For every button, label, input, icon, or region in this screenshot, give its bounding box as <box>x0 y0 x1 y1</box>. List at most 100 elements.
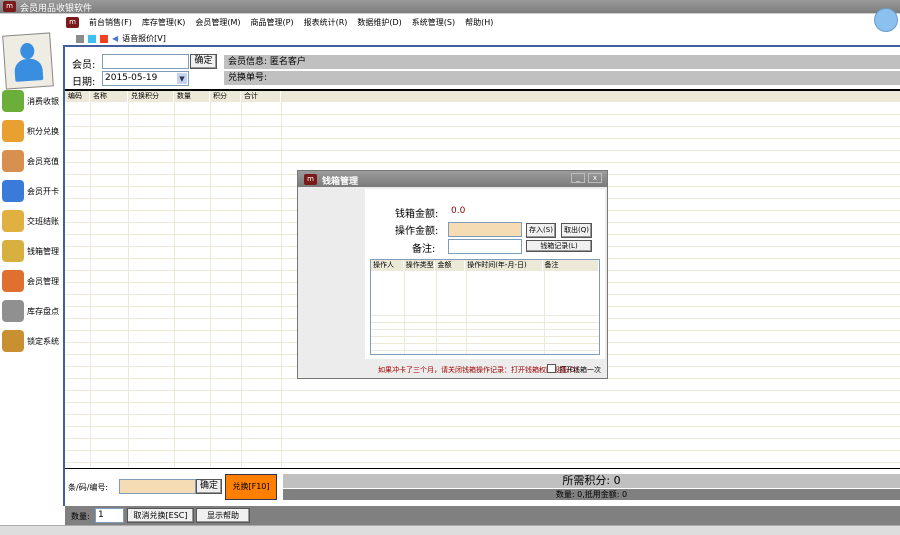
menu-item[interactable]: 前台销售(F) <box>89 17 132 28</box>
table-row <box>65 114 900 115</box>
menu-item[interactable]: 系统管理(S) <box>412 17 455 28</box>
cancel-exchange-button[interactable]: 取消兑换[ESC] <box>127 508 194 523</box>
column-header[interactable]: 金额 <box>435 260 466 271</box>
column-header[interactable]: 数量 <box>174 91 210 102</box>
sidebar-item-label: 会员管理 <box>27 276 59 286</box>
column-header[interactable]: 兑换积分 <box>128 91 174 102</box>
column-divider <box>281 102 282 467</box>
code-label: 条/码/编号: <box>68 483 109 492</box>
table-row <box>65 150 900 151</box>
sidebar-item[interactable]: 锁定系统 <box>2 328 62 354</box>
dialog-title-bar: m 钱箱管理 _ x <box>298 171 607 187</box>
menu-item[interactable]: 会员管理(M) <box>195 17 240 28</box>
table-header: 编码 名称 兑换积分 数量 积分 合计 <box>65 91 900 102</box>
withdraw-button[interactable]: 取出(Q) <box>561 223 592 238</box>
cashbox-records-button[interactable]: 钱箱记录(L) <box>526 240 592 252</box>
menu-logo-icon: m <box>66 17 79 28</box>
sidebar-item-label: 库存盘点 <box>27 306 59 316</box>
column-header[interactable]: 编码 <box>65 91 90 102</box>
member-input[interactable] <box>102 54 189 69</box>
table-row <box>65 414 900 415</box>
bottom-bar: 数量: 1 取消兑换[ESC] 显示帮助 <box>65 506 900 525</box>
gift-box-icon <box>2 120 24 142</box>
show-help-button[interactable]: 显示帮助 <box>196 508 250 523</box>
table-row <box>65 402 900 403</box>
amount-label: 操作金额: <box>395 226 439 237</box>
column-divider <box>174 102 175 467</box>
coins-icon <box>2 240 24 262</box>
deposit-button[interactable]: 存入(S) <box>526 223 556 238</box>
network-status-icon[interactable] <box>874 8 898 32</box>
column-divider <box>241 102 242 467</box>
sidebar-item[interactable]: 会员充值 <box>2 148 62 174</box>
column-header[interactable]: 备注 <box>543 260 599 271</box>
member-label: 会员: <box>72 60 96 71</box>
sidebar-item-label: 锁定系统 <box>27 336 59 346</box>
qty-stepper[interactable]: 1 <box>95 508 124 523</box>
close-button[interactable]: x <box>588 173 602 183</box>
price-tag-icon <box>2 90 24 112</box>
redeem-button[interactable]: 兑换[F10] <box>225 474 277 500</box>
table-row <box>65 138 900 139</box>
menu-bar: m 前台销售(F) 库存管理(K) 会员管理(M) 商品管理(P) 报表统计(R) 数据维… <box>66 17 493 28</box>
sidebar-item[interactable]: 消费收银 <box>2 88 62 114</box>
date-picker[interactable]: 2015-05-19 ▼ <box>102 71 189 86</box>
table-row <box>65 450 900 451</box>
column-header[interactable]: 操作类型 <box>404 260 436 271</box>
table-row <box>371 329 599 330</box>
sidebar-item-label: 会员充值 <box>27 156 59 166</box>
column-divider <box>90 102 91 467</box>
points-required: 所需积分: 0 <box>283 474 900 488</box>
menu-item[interactable]: 库存管理(K) <box>142 17 186 28</box>
amount-input[interactable] <box>448 222 522 237</box>
warehouse-icon <box>2 300 24 322</box>
column-header[interactable]: 操作时间(年-月-日) <box>465 260 543 271</box>
open-cashbox-label: 打开钱箱一次 <box>559 366 601 374</box>
code-confirm-button[interactable]: 确定 <box>196 479 222 494</box>
sidebar-item[interactable]: 库存盘点 <box>2 298 62 324</box>
note-input[interactable] <box>448 239 522 254</box>
sidebar-item-label: 积分兑换 <box>27 126 59 136</box>
divider <box>65 468 900 469</box>
voice-price-toggle[interactable]: 语音报价[V] <box>122 33 166 44</box>
cards-icon <box>2 180 24 202</box>
menu-item[interactable]: 数据维护(D) <box>357 17 401 28</box>
code-input[interactable] <box>119 479 196 494</box>
people-icon <box>2 270 24 292</box>
table-row <box>371 350 599 351</box>
open-cashbox-checkbox[interactable] <box>547 364 556 373</box>
app-logo-icon: m <box>3 1 16 12</box>
column-header[interactable]: 积分 <box>210 91 241 102</box>
chevron-down-icon[interactable]: ▼ <box>177 73 187 84</box>
toolbar: ◀ 语音报价[V] <box>76 33 166 44</box>
menu-item[interactable]: 报表统计(R) <box>304 17 348 28</box>
minimize-button[interactable]: _ <box>571 173 585 183</box>
menu-item[interactable]: 商品管理(P) <box>251 17 294 28</box>
menu-item[interactable]: 帮助(H) <box>465 17 493 28</box>
column-header[interactable]: 操作人 <box>371 260 404 271</box>
gray-theme-button[interactable] <box>76 34 84 43</box>
table-row <box>65 390 900 391</box>
table-row <box>65 126 900 127</box>
sidebar-item-label: 消费收银 <box>27 96 59 106</box>
table-row <box>371 322 599 323</box>
dialog-logo-icon: m <box>304 174 317 185</box>
table-row <box>371 343 599 344</box>
column-header[interactable]: 名称 <box>90 91 128 102</box>
dialog-content: 钱箱金额: 0.0 操作金额: 存入(S) 取出(Q) 备注: 钱箱记录(L) … <box>365 189 605 359</box>
sidebar-item[interactable]: 交班结账 <box>2 208 62 234</box>
sidebar-item[interactable]: 钱箱管理 <box>2 238 62 264</box>
sidebar-item[interactable]: 会员管理 <box>2 268 62 294</box>
column-header[interactable]: 合计 <box>241 91 281 102</box>
date-label: 日期: <box>72 77 96 88</box>
table-row <box>371 336 599 337</box>
table-row <box>65 162 900 163</box>
sidebar-item[interactable]: 会员开卡 <box>2 178 62 204</box>
blue-theme-button[interactable] <box>88 34 96 43</box>
red-theme-button[interactable] <box>100 34 108 43</box>
sidebar-item[interactable]: 积分兑换 <box>2 118 62 144</box>
balance-label: 钱箱金额: <box>395 209 439 220</box>
dialog-title: 钱箱管理 <box>322 177 359 187</box>
member-confirm-button[interactable]: 确定 <box>190 54 217 69</box>
cashbox-records-table: 操作人 操作类型 金额 操作时间(年-月-日) 备注 <box>370 259 600 355</box>
